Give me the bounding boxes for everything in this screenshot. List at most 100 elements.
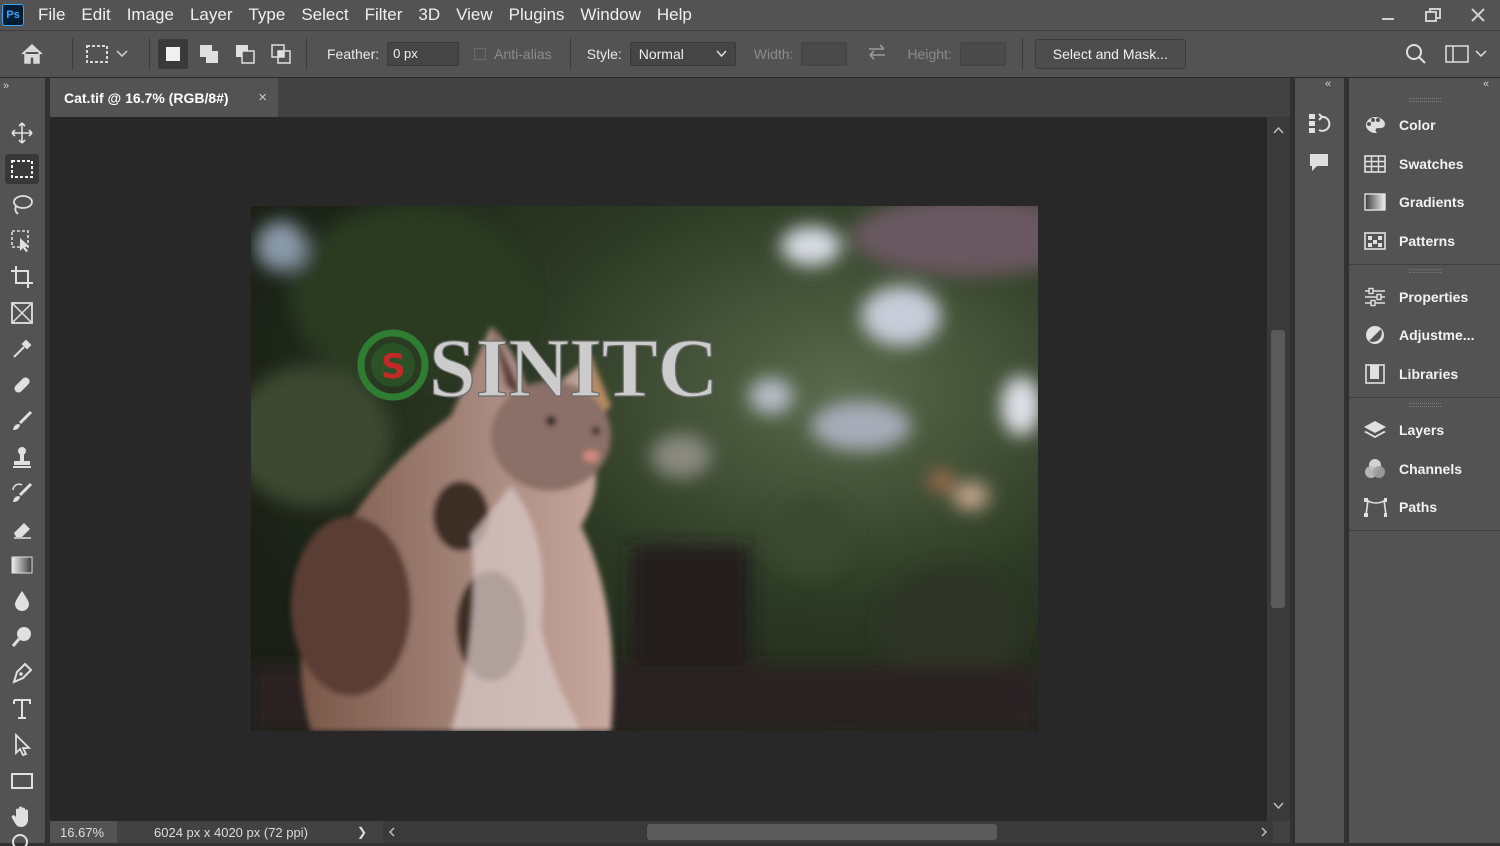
menu-image[interactable]: Image bbox=[127, 5, 174, 25]
panel-layers[interactable]: Layers bbox=[1349, 412, 1500, 448]
panel-gradients[interactable]: Gradients bbox=[1349, 184, 1500, 220]
gradient-tool[interactable] bbox=[5, 550, 39, 580]
crop-tool[interactable] bbox=[5, 262, 39, 292]
scroll-right-icon[interactable] bbox=[1257, 821, 1271, 843]
zoom-tool[interactable] bbox=[5, 834, 39, 846]
intersect-selection-button[interactable] bbox=[266, 39, 296, 69]
canvas-area[interactable]: S SINITC bbox=[50, 117, 1267, 821]
home-button[interactable] bbox=[0, 43, 64, 65]
style-value: Normal bbox=[638, 46, 684, 62]
menu-layer[interactable]: Layer bbox=[190, 5, 233, 25]
rect-marquee-tool[interactable] bbox=[5, 154, 39, 184]
adjustments-icon bbox=[1366, 326, 1384, 344]
vertical-scrollbar[interactable] bbox=[1267, 117, 1290, 821]
clone-stamp-tool[interactable] bbox=[5, 442, 39, 472]
pen-tool[interactable] bbox=[5, 658, 39, 688]
menu-3d[interactable]: 3D bbox=[418, 5, 440, 25]
new-selection-icon bbox=[166, 47, 180, 61]
panel-properties[interactable]: Properties bbox=[1349, 279, 1500, 315]
panel-libraries[interactable]: Libraries bbox=[1349, 356, 1500, 392]
swap-dimensions-button[interactable] bbox=[867, 43, 887, 65]
panel-paths[interactable]: Paths bbox=[1349, 489, 1500, 525]
subtract-selection-button[interactable] bbox=[230, 39, 260, 69]
chevron-down-icon bbox=[116, 50, 128, 58]
close-icon bbox=[1470, 8, 1485, 22]
hand-tool[interactable] bbox=[5, 802, 39, 832]
restore-button[interactable] bbox=[1410, 0, 1455, 30]
scroll-left-icon[interactable] bbox=[385, 821, 399, 843]
chevron-down-icon bbox=[716, 50, 727, 58]
move-tool[interactable] bbox=[5, 118, 39, 148]
horizontal-scroll-thumb[interactable] bbox=[647, 824, 998, 840]
scroll-up-icon[interactable] bbox=[1267, 122, 1290, 142]
zoom-level[interactable]: 16.67% bbox=[50, 821, 117, 843]
close-window-button[interactable] bbox=[1455, 0, 1500, 30]
width-input[interactable] bbox=[801, 42, 848, 66]
comments-panel-button[interactable] bbox=[1307, 151, 1331, 180]
rectangle-tool[interactable] bbox=[5, 766, 39, 796]
path-selection-tool[interactable] bbox=[5, 730, 39, 760]
menu-type[interactable]: Type bbox=[248, 5, 285, 25]
style-select[interactable]: Normal bbox=[629, 42, 736, 66]
rect-marquee-icon bbox=[86, 45, 108, 63]
search-button[interactable] bbox=[1405, 43, 1427, 70]
brush-tool[interactable] bbox=[5, 406, 39, 436]
panel-patterns[interactable]: Patterns bbox=[1349, 223, 1500, 259]
collapse-panels-icon[interactable]: « bbox=[1483, 78, 1489, 90]
menu-view[interactable]: View bbox=[456, 5, 493, 25]
eyedropper-tool[interactable] bbox=[5, 334, 39, 364]
menu-edit[interactable]: Edit bbox=[81, 5, 110, 25]
panel-color[interactable]: Color bbox=[1349, 107, 1500, 143]
width-label: Width: bbox=[753, 46, 794, 62]
minimize-icon bbox=[1381, 18, 1394, 20]
menu-select[interactable]: Select bbox=[301, 5, 348, 25]
horizontal-scrollbar[interactable] bbox=[383, 821, 1274, 843]
arrow-pointer-icon bbox=[15, 733, 32, 757]
swap-arrows-icon bbox=[869, 43, 886, 60]
healing-brush-tool[interactable] bbox=[5, 370, 39, 400]
sliders-icon bbox=[1365, 287, 1385, 307]
document-info: 6024 px x 4020 px (72 ppi) bbox=[154, 824, 308, 840]
eraser-tool[interactable] bbox=[5, 514, 39, 544]
panel-swatches[interactable]: Swatches bbox=[1349, 146, 1500, 182]
status-menu-arrow[interactable]: ❯ bbox=[357, 825, 367, 839]
height-input[interactable] bbox=[959, 42, 1006, 66]
gradient-icon bbox=[1364, 193, 1386, 211]
frame-tool[interactable] bbox=[5, 298, 39, 328]
drop-icon bbox=[15, 591, 29, 611]
object-selection-tool[interactable] bbox=[5, 226, 39, 256]
document-tab[interactable]: Cat.tif @ 16.7% (RGB/8#) × bbox=[50, 78, 278, 117]
svg-text:S: S bbox=[381, 347, 406, 387]
lasso-icon bbox=[13, 195, 33, 215]
menu-plugins[interactable]: Plugins bbox=[509, 5, 565, 25]
lasso-tool[interactable] bbox=[5, 190, 39, 220]
close-tab-icon[interactable]: × bbox=[258, 89, 267, 106]
panel-adjustments[interactable]: Adjustme... bbox=[1349, 317, 1500, 353]
marquee-preset-button[interactable] bbox=[85, 44, 129, 64]
type-tool[interactable] bbox=[5, 694, 39, 724]
history-panel-button[interactable] bbox=[1307, 112, 1331, 141]
antialias-checkbox[interactable] bbox=[474, 48, 487, 60]
restore-icon bbox=[1424, 8, 1441, 22]
scroll-down-icon[interactable] bbox=[1267, 796, 1290, 816]
collapse-strip-icon[interactable]: « bbox=[1325, 78, 1331, 90]
minimize-button[interactable] bbox=[1365, 0, 1410, 30]
zoom-icon bbox=[12, 834, 28, 846]
select-and-mask-button[interactable]: Select and Mask... bbox=[1034, 39, 1186, 69]
panel-paths-label: Paths bbox=[1399, 499, 1438, 515]
workspace-button[interactable] bbox=[1445, 45, 1487, 63]
panel-dock: « Color Swatches Gradients Patterns Prop… bbox=[1348, 78, 1500, 843]
menu-filter[interactable]: Filter bbox=[365, 5, 403, 25]
expand-toolbox-icon[interactable]: » bbox=[3, 80, 9, 92]
menu-file[interactable]: File bbox=[38, 5, 65, 25]
blur-tool[interactable] bbox=[5, 586, 39, 616]
vertical-scroll-thumb[interactable] bbox=[1271, 330, 1285, 608]
menu-help[interactable]: Help bbox=[657, 5, 692, 25]
add-selection-button[interactable] bbox=[194, 39, 224, 69]
menu-window[interactable]: Window bbox=[580, 5, 640, 25]
new-selection-button[interactable] bbox=[158, 39, 188, 69]
dodge-tool[interactable] bbox=[5, 622, 39, 652]
panel-channels[interactable]: Channels bbox=[1349, 451, 1500, 487]
feather-input[interactable]: 0 px bbox=[387, 42, 460, 66]
history-brush-tool[interactable] bbox=[5, 478, 39, 508]
